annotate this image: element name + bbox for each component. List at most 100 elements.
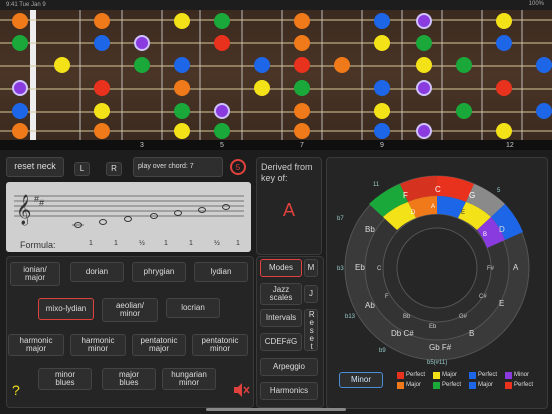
fret-note[interactable] — [536, 103, 552, 119]
fret-note[interactable] — [374, 80, 390, 96]
fret-note[interactable] — [294, 123, 310, 139]
fret-note[interactable] — [456, 103, 472, 119]
fret-note[interactable] — [374, 123, 390, 139]
fret-note[interactable] — [12, 35, 28, 51]
reset-neck-button[interactable]: reset neck — [6, 157, 64, 177]
jazz-scales-button[interactable]: Jazz scales — [260, 283, 302, 305]
scale-harmonic-major[interactable]: harmonic major — [8, 334, 64, 356]
scale-locrian[interactable]: locrian — [166, 298, 220, 318]
intervals-button[interactable]: Intervals — [260, 309, 302, 327]
scale-pentatonic-major[interactable]: pentatonic major — [132, 334, 186, 356]
scale-lydian[interactable]: lydian — [194, 262, 248, 282]
fret-note[interactable] — [496, 123, 512, 139]
fret-note[interactable] — [496, 80, 512, 96]
circle-of-fifths-panel: C G D A E B Gb F# Db C# Ab Eb Bb F A E B… — [326, 157, 548, 409]
fret-note[interactable] — [416, 80, 432, 96]
left-button[interactable]: L — [74, 162, 90, 176]
fret-note[interactable] — [134, 35, 150, 51]
fret-note[interactable] — [374, 35, 390, 51]
home-indicator — [206, 408, 346, 411]
scale-mixolydian[interactable]: mixo-lydian — [38, 298, 94, 320]
fretboard[interactable] — [0, 10, 552, 140]
fret-note[interactable] — [416, 123, 432, 139]
fret-note[interactable] — [456, 57, 472, 73]
mute-icon[interactable] — [232, 382, 250, 398]
fret-note[interactable] — [94, 103, 110, 119]
fret-note[interactable] — [374, 103, 390, 119]
fret-note[interactable] — [294, 103, 310, 119]
fret-note[interactable] — [254, 80, 270, 96]
fret-note[interactable] — [174, 57, 190, 73]
fret-note[interactable] — [214, 123, 230, 139]
fret-note[interactable] — [94, 35, 110, 51]
fret-note[interactable] — [174, 123, 190, 139]
help-icon[interactable]: ? — [12, 382, 20, 398]
fret-note[interactable] — [334, 57, 350, 73]
cdef-button[interactable]: CDEF#G — [260, 333, 302, 351]
scale-aeolian[interactable]: aeolian/minor — [102, 298, 158, 322]
fret-note[interactable] — [54, 57, 70, 73]
fret-note[interactable] — [12, 13, 28, 29]
svg-text:B: B — [469, 329, 474, 338]
j-button[interactable]: J — [304, 285, 318, 303]
scale-pentatonic-minor[interactable]: pentatonic minor — [192, 334, 248, 356]
harmonics-button[interactable]: Harmonics — [260, 382, 318, 400]
minor-toggle-button[interactable]: Minor — [339, 372, 383, 388]
fret-note[interactable] — [12, 80, 28, 96]
scale-hungarian-minor[interactable]: hungarian minor — [162, 368, 216, 390]
scale-phrygian[interactable]: phrygian — [132, 262, 186, 282]
play-over-chord[interactable]: play over chord: 7 — [133, 157, 223, 177]
svg-text:C: C — [435, 185, 441, 194]
formula-step: 1 — [114, 240, 118, 247]
fret-note[interactable] — [214, 35, 230, 51]
svg-text:G#: G# — [459, 314, 468, 320]
fret-note[interactable] — [294, 35, 310, 51]
fret-note[interactable] — [294, 13, 310, 29]
legend-label: Major — [406, 382, 422, 388]
reset-button[interactable]: Reset — [304, 309, 318, 351]
fret-note[interactable] — [214, 13, 230, 29]
svg-text:G: G — [469, 191, 475, 200]
fret-number-5: 5 — [220, 142, 224, 149]
fret-note[interactable] — [12, 123, 28, 139]
scale-major-blues[interactable]: major blues — [102, 368, 156, 390]
fret-note[interactable] — [94, 80, 110, 96]
fret-note[interactable] — [536, 57, 552, 73]
svg-text:A: A — [431, 204, 435, 210]
circle-of-fifths[interactable]: C G D A E B Gb F# Db C# Ab Eb Bb F A E B… — [327, 158, 547, 408]
fret-note[interactable] — [416, 57, 432, 73]
fret-note[interactable] — [12, 103, 28, 119]
fret-note[interactable] — [496, 13, 512, 29]
legend-label: Perfect — [478, 372, 498, 378]
fret-note[interactable] — [294, 80, 310, 96]
fret-note[interactable] — [174, 103, 190, 119]
scale-dorian[interactable]: dorian — [70, 262, 124, 282]
fret-note[interactable] — [254, 57, 270, 73]
fret-number-3: 3 — [140, 142, 144, 149]
fret-badge[interactable]: 5 — [230, 159, 246, 175]
fret-note[interactable] — [294, 57, 310, 73]
fret-note[interactable] — [134, 57, 150, 73]
scale-minor-blues[interactable]: minor blues — [38, 368, 92, 390]
scale-harmonic-minor[interactable]: harmonic minor — [70, 334, 126, 356]
fret-note[interactable] — [214, 103, 230, 119]
fret-note[interactable] — [496, 35, 512, 51]
arpeggio-button[interactable]: Arpeggio — [260, 358, 318, 376]
svg-text:b9: b9 — [379, 348, 386, 354]
status-left: 9:41 Tue Jan 9 — [6, 2, 46, 8]
fret-note[interactable] — [416, 13, 432, 29]
fret-note[interactable] — [374, 13, 390, 29]
right-button[interactable]: R — [106, 162, 122, 176]
modes-button[interactable]: Modes — [260, 259, 302, 277]
formula-step: 1 — [189, 240, 193, 247]
fret-note[interactable] — [94, 123, 110, 139]
fret-note[interactable] — [94, 13, 110, 29]
fret-note[interactable] — [174, 13, 190, 29]
m-button[interactable]: M — [304, 259, 318, 277]
fret-note[interactable] — [416, 35, 432, 51]
scale-ionian[interactable]: ionian/major — [10, 262, 60, 286]
svg-text:Eb: Eb — [355, 263, 365, 272]
fret-number-7: 7 — [300, 142, 304, 149]
fret-note[interactable] — [174, 80, 190, 96]
svg-text:Bb: Bb — [365, 225, 375, 234]
